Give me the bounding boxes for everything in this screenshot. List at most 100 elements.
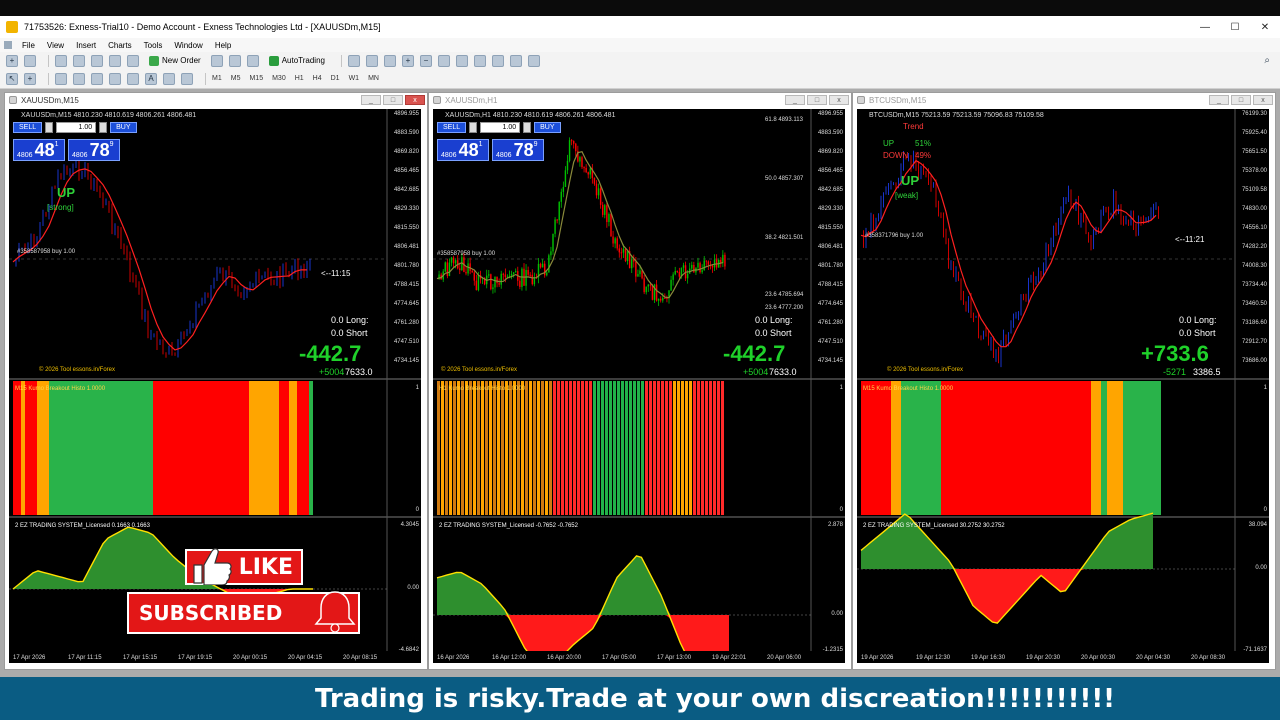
candle-body	[599, 188, 602, 205]
timeframe-h1[interactable]: H1	[295, 75, 304, 82]
lot-spinner[interactable]	[523, 122, 532, 133]
lot-spinner[interactable]	[99, 122, 108, 133]
line-chart-icon[interactable]	[383, 54, 396, 67]
chart-canvas[interactable]: XAUUSDm,H1 4810.230 4810.619 4806.261 48…	[433, 109, 845, 663]
candle-body	[664, 297, 666, 299]
histogram-bar	[557, 381, 560, 515]
bar-chart-icon[interactable]	[347, 54, 360, 67]
timeframe-w1[interactable]: W1	[349, 75, 360, 82]
trend-label: UP	[57, 185, 76, 200]
ask-box[interactable]: 4806 78 9	[492, 139, 544, 161]
fibonacci-icon[interactable]	[127, 72, 139, 85]
histogram-bar	[529, 381, 532, 515]
histogram-bar	[669, 381, 672, 515]
market-icon[interactable]	[246, 54, 259, 67]
chart-maximize-button[interactable]: □	[1231, 95, 1251, 105]
data-window-icon[interactable]	[73, 54, 85, 67]
menu-file[interactable]: File	[16, 41, 41, 50]
candle-body	[510, 273, 513, 276]
arrows-icon[interactable]	[181, 72, 193, 85]
lot-input[interactable]: 1.00	[56, 122, 97, 133]
buy-button[interactable]: BUY	[110, 122, 137, 133]
strategy-tester-icon[interactable]	[127, 54, 139, 67]
tile-windows-icon[interactable]	[437, 54, 450, 67]
profiles-icon[interactable]	[24, 54, 36, 67]
candle-body	[556, 219, 558, 221]
lot-spinner[interactable]	[469, 122, 478, 133]
buy-button[interactable]: BUY	[534, 122, 561, 133]
sell-button[interactable]: SELL	[437, 122, 467, 133]
order-label: #358587958 buy 1.00	[437, 251, 496, 257]
timeframe-d1[interactable]: D1	[331, 75, 340, 82]
templates-icon[interactable]	[527, 54, 540, 67]
menu-view[interactable]: View	[41, 41, 70, 50]
histogram-bar	[37, 381, 49, 515]
timeframe-m15[interactable]: M15	[249, 75, 263, 82]
channel-icon[interactable]	[109, 72, 121, 85]
candle-body	[589, 168, 592, 175]
menu-insert[interactable]: Insert	[70, 41, 102, 50]
timeframe-mn[interactable]: MN	[368, 75, 379, 82]
zoom-in-icon[interactable]: +	[401, 54, 414, 67]
new-order-button[interactable]: New Order	[145, 54, 205, 68]
autoscroll-icon[interactable]	[455, 54, 468, 67]
menu-charts[interactable]: Charts	[102, 41, 138, 50]
ask-box[interactable]: 4806 78 9	[68, 139, 120, 161]
timeframe-h4[interactable]: H4	[313, 75, 322, 82]
terminal-icon[interactable]	[109, 54, 121, 67]
timeframe-m1[interactable]: M1	[212, 75, 222, 82]
menu-help[interactable]: Help	[209, 41, 237, 50]
indicators-icon[interactable]	[491, 54, 504, 67]
periods-icon[interactable]	[509, 54, 522, 67]
new-chart-icon[interactable]: +	[6, 54, 18, 67]
crosshair-icon[interactable]: +	[24, 72, 36, 85]
candle-body	[612, 236, 614, 244]
chart-window-btcusd-m15[interactable]: BTCUSDm,M15 _ □ x BTCUSDm,M15 75213.59 7…	[852, 92, 1276, 670]
signals-icon[interactable]	[228, 54, 241, 67]
chart-close-button[interactable]: x	[1253, 95, 1273, 105]
timeframe-m30[interactable]: M30	[272, 75, 286, 82]
lot-spinner[interactable]	[45, 122, 54, 133]
chart-minimize-button[interactable]: _	[785, 95, 805, 105]
candlestick-icon[interactable]	[365, 54, 378, 67]
metaeditor-icon[interactable]	[210, 54, 223, 67]
bid-box[interactable]: 4806 48 1	[437, 139, 489, 161]
trendline-icon[interactable]	[91, 72, 103, 85]
lot-input[interactable]: 1.00	[480, 122, 521, 133]
market-watch-icon[interactable]	[55, 54, 67, 67]
chart-window-xauusd-h1[interactable]: XAUUSDm,H1 _ □ x XAUUSDm,H1 4810.230 481…	[428, 92, 852, 670]
maximize-button[interactable]: ☐	[1220, 16, 1250, 38]
minimize-button[interactable]: —	[1190, 16, 1220, 38]
autotrading-button[interactable]: AutoTrading	[265, 54, 329, 68]
menu-window[interactable]: Window	[168, 41, 208, 50]
chart-close-button[interactable]: x	[405, 95, 425, 105]
candle-body	[610, 213, 612, 237]
chart-minimize-button[interactable]: _	[1209, 95, 1229, 105]
bid-box[interactable]: 4806 48 1	[13, 139, 65, 161]
horizontal-line-icon[interactable]	[73, 72, 85, 85]
zoom-out-icon[interactable]: −	[419, 54, 432, 67]
vertical-line-icon[interactable]	[55, 72, 67, 85]
menu-tools[interactable]: Tools	[138, 41, 169, 50]
search-icon[interactable]: ⌕	[1264, 55, 1270, 66]
timeframe-m5[interactable]: M5	[231, 75, 241, 82]
candle-body	[620, 252, 623, 254]
close-button[interactable]: ✕	[1250, 16, 1280, 38]
chart-canvas[interactable]: BTCUSDm,M15 75213.59 75213.59 75096.83 7…	[857, 109, 1269, 663]
navigator-icon[interactable]	[91, 54, 103, 67]
chart-close-button[interactable]: x	[829, 95, 849, 105]
sell-button[interactable]: SELL	[13, 122, 43, 133]
candle-body	[606, 205, 608, 223]
text-icon[interactable]: A	[145, 72, 157, 85]
chart-minimize-button[interactable]: _	[361, 95, 381, 105]
cursor-icon[interactable]: ↖	[6, 72, 18, 85]
chart-shift-icon[interactable]	[473, 54, 486, 67]
price-axis-label: 4815.550	[817, 225, 843, 231]
chart-maximize-button[interactable]: □	[383, 95, 403, 105]
chart-maximize-button[interactable]: □	[807, 95, 827, 105]
histogram-axis-bottom: 0	[1263, 507, 1267, 513]
candle-body	[608, 213, 610, 223]
candle-body	[572, 141, 575, 144]
label-icon[interactable]	[163, 72, 175, 85]
price-axis-label: 4788.415	[817, 282, 843, 288]
